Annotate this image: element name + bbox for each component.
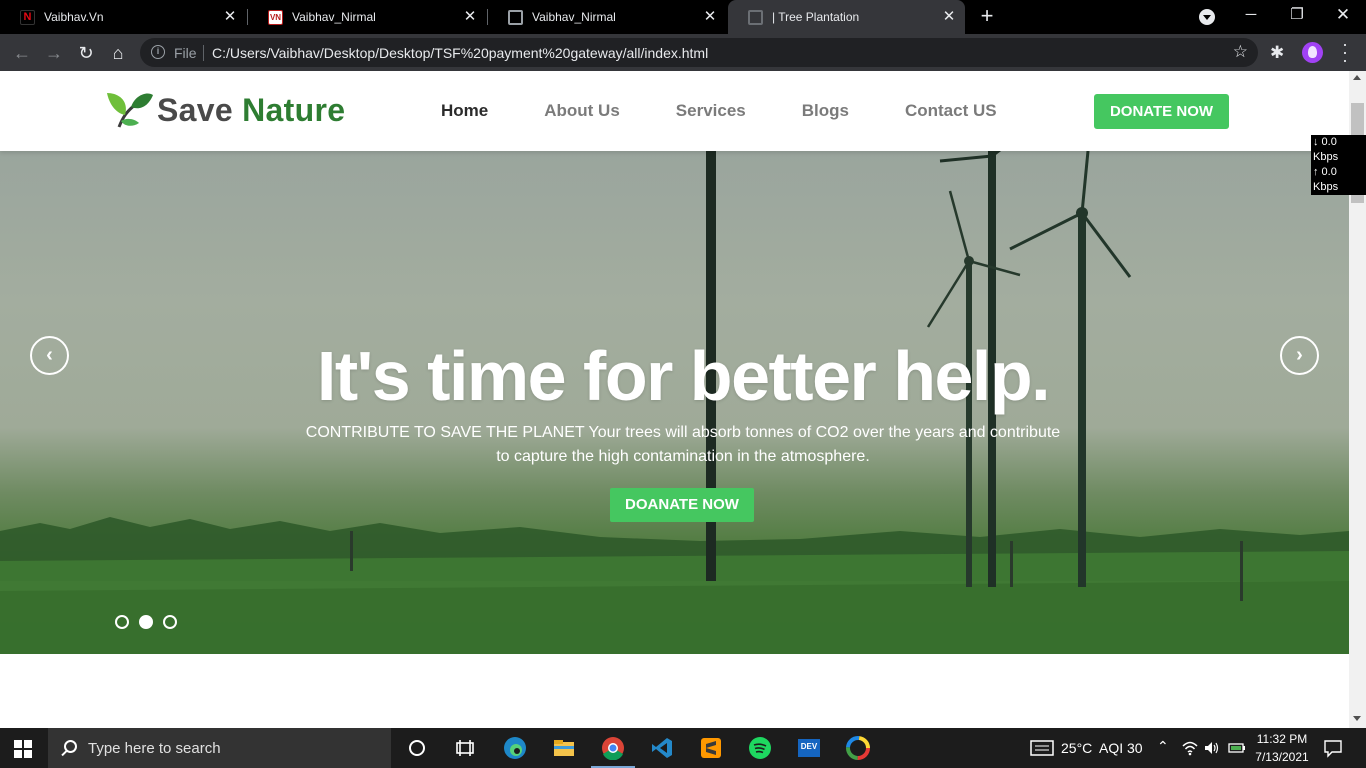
vscode-icon[interactable] (650, 736, 674, 760)
close-icon[interactable]: ✕ (941, 9, 957, 25)
browser-toolbar: ← → ↻ ⌂ i File C:/Users/Vaibhav/Desktop/… (0, 34, 1366, 71)
carousel-next-button[interactable]: › (1280, 336, 1319, 375)
chrome-icon (602, 737, 624, 761)
netflix-n-icon: N (20, 9, 35, 25)
tab-vaibhav-nirmal-2[interactable]: Vaibhav_Nirmal ✕ (488, 0, 726, 34)
windows-taskbar: Type here to search DEV 25°C AQI 30 ⌃ 11… (0, 728, 1366, 768)
clock-date: 7/13/2021 (1255, 750, 1309, 764)
close-icon[interactable]: ✕ (222, 9, 238, 25)
svg-text:DEV: DEV (801, 742, 818, 751)
window-close-button[interactable]: ✕ (1320, 0, 1366, 32)
nav-contact-us[interactable]: Contact US (905, 101, 997, 121)
tab-tree-plantation[interactable]: | Tree Plantation ✕ (728, 0, 965, 34)
dev-app-icon[interactable]: DEV (797, 736, 821, 760)
carousel-prev-button[interactable]: ‹ (30, 336, 69, 375)
back-arrow-icon[interactable]: ← (10, 41, 34, 65)
tab-title: Vaibhav_Nirmal (532, 10, 616, 24)
news-weather-icon[interactable] (1030, 739, 1054, 757)
scheme-label: File (174, 45, 197, 61)
site-logo[interactable]: Save Nature (105, 87, 345, 133)
carousel-indicators (115, 615, 187, 629)
carousel-dot-1[interactable] (115, 615, 129, 629)
task-view-icon[interactable] (453, 736, 477, 760)
close-icon[interactable]: ✕ (702, 9, 718, 25)
colorful-circle-app-icon[interactable] (846, 736, 870, 760)
vn-logo-icon: VN (268, 9, 283, 25)
globe-icon (748, 9, 763, 25)
system-clock[interactable]: 11:32 PM 7/13/2021 (1254, 730, 1310, 766)
battery-charging-icon[interactable] (1228, 740, 1246, 756)
url-text[interactable]: C:/Users/Vaibhav/Desktop/Desktop/TSF%20p… (212, 45, 708, 61)
browser-tab-strip: N Vaibhav.Vn ✕ VN Vaibhav_Nirmal ✕ Vaibh… (0, 0, 1366, 34)
weather-aqi[interactable]: AQI 30 (1099, 740, 1143, 756)
carousel-dot-2[interactable] (139, 615, 153, 629)
info-icon[interactable]: i (151, 45, 165, 59)
hero-carousel: It's time for better help. CONTRIBUTE TO… (0, 151, 1349, 654)
chrome-taskbar-item[interactable] (591, 736, 635, 768)
carousel-dot-3[interactable] (163, 615, 177, 629)
address-bar[interactable]: i File C:/Users/Vaibhav/Desktop/Desktop/… (140, 38, 1258, 67)
tab-title: | Tree Plantation (772, 10, 860, 24)
tab-vaibhav-nirmal[interactable]: VN Vaibhav_Nirmal ✕ (248, 0, 486, 34)
main-nav: Home About Us Services Blogs Contact US (441, 101, 1053, 121)
spotify-icon[interactable] (748, 736, 772, 760)
new-tab-button[interactable]: + (976, 5, 998, 27)
hero-donate-button[interactable]: DOANATE NOW (610, 488, 754, 522)
tab-vaibhav-vn[interactable]: N Vaibhav.Vn ✕ (0, 0, 246, 34)
globe-icon (508, 9, 523, 25)
forward-arrow-icon[interactable]: → (42, 41, 66, 65)
volume-icon[interactable] (1203, 740, 1221, 756)
windows-start-icon[interactable] (14, 740, 32, 758)
tab-title: Vaibhav.Vn (44, 10, 104, 24)
notifications-icon[interactable] (1323, 738, 1343, 758)
hero-subtitle: CONTRIBUTE TO SAVE THE PLANET Your trees… (305, 424, 1061, 465)
network-speed-overlay: ↓ 0.0 Kbps ↑ 0.0 Kbps (1311, 135, 1366, 195)
logo-word-nature: Nature (242, 91, 346, 128)
nav-home[interactable]: Home (441, 101, 488, 121)
profile-avatar[interactable] (1302, 42, 1323, 63)
download-speed: ↓ 0.0 Kbps (1313, 136, 1339, 163)
cortana-icon[interactable] (405, 736, 429, 760)
nav-about-us[interactable]: About Us (544, 101, 620, 121)
reload-icon[interactable]: ↻ (74, 41, 98, 65)
wifi-icon[interactable] (1181, 740, 1199, 756)
tab-search-icon[interactable] (1199, 9, 1215, 25)
tab-title: Vaibhav_Nirmal (292, 10, 376, 24)
chevron-up-icon[interactable]: ⌃ (1157, 738, 1169, 755)
search-icon (64, 740, 77, 753)
page-viewport: Save Nature Home About Us Services Blogs… (0, 71, 1349, 728)
nav-services[interactable]: Services (676, 101, 746, 121)
scroll-down-arrow-icon[interactable] (1353, 716, 1361, 721)
restore-button[interactable]: ❐ (1274, 0, 1320, 32)
browser-menu-icon[interactable]: · · · (1340, 35, 1350, 69)
file-explorer-icon[interactable] (552, 736, 576, 760)
extensions-puzzle-icon[interactable]: ✱ (1270, 43, 1284, 63)
taskbar-search-box[interactable]: Type here to search (48, 728, 391, 768)
logo-word-save: Save (157, 91, 233, 128)
sublime-text-icon[interactable] (699, 736, 723, 760)
donate-now-button[interactable]: DONATE NOW (1094, 94, 1229, 129)
leaf-logo-icon (107, 93, 153, 128)
site-header: Save Nature Home About Us Services Blogs… (0, 71, 1349, 151)
clock-time: 11:32 PM (1256, 732, 1308, 746)
scroll-up-arrow-icon[interactable] (1353, 75, 1361, 80)
edge-browser-icon[interactable] (503, 736, 527, 760)
minimize-button[interactable]: ─ (1228, 0, 1274, 32)
home-icon[interactable]: ⌂ (106, 41, 130, 65)
hero-title: It's time for better help. (316, 337, 1051, 415)
upload-speed: ↑ 0.0 Kbps (1313, 166, 1339, 193)
omnibox-divider (203, 45, 204, 61)
bookmark-star-icon[interactable]: ☆ (1233, 42, 1248, 62)
nav-blogs[interactable]: Blogs (802, 101, 849, 121)
search-placeholder: Type here to search (88, 740, 221, 757)
close-icon[interactable]: ✕ (462, 9, 478, 25)
weather-temperature[interactable]: 25°C (1061, 740, 1092, 756)
